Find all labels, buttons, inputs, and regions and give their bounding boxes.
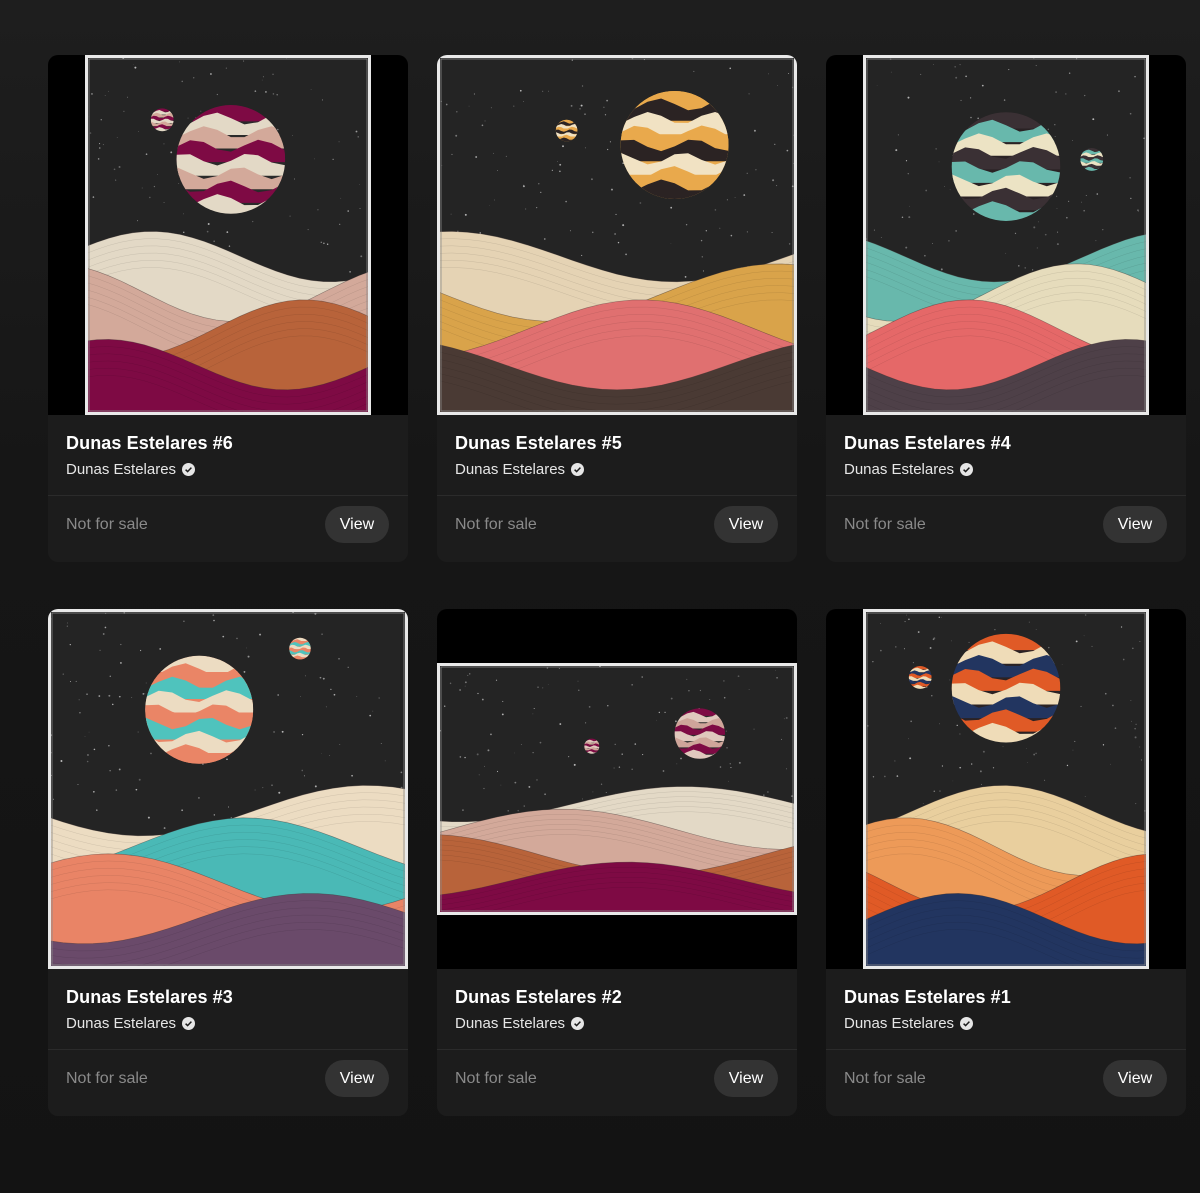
divider	[437, 495, 797, 496]
verified-check-icon	[571, 463, 585, 476]
nft-card[interactable]: Dunas Estelares #2 Dunas Estelares Not f…	[437, 609, 797, 1116]
collection-name[interactable]: Dunas Estelares	[455, 1015, 565, 1032]
nft-grid: Dunas Estelares #6 Dunas Estelares Not f…	[0, 0, 1200, 1193]
nft-card[interactable]: Dunas Estelares #1 Dunas Estelares Not f…	[826, 609, 1186, 1116]
divider	[826, 495, 1186, 496]
price-status: Not for sale	[66, 1070, 148, 1087]
divider	[826, 1049, 1186, 1050]
collection-link[interactable]: Dunas Estelares	[844, 1015, 974, 1032]
nft-card[interactable]: Dunas Estelares #6 Dunas Estelares Not f…	[48, 55, 408, 562]
verified-check-icon	[182, 1017, 196, 1030]
view-button[interactable]: View	[714, 506, 778, 543]
collection-name[interactable]: Dunas Estelares	[66, 461, 176, 478]
price-status: Not for sale	[455, 1070, 537, 1087]
price-status: Not for sale	[455, 516, 537, 533]
view-button[interactable]: View	[714, 1060, 778, 1097]
card-info: Dunas Estelares #2 Dunas Estelares Not f…	[437, 969, 797, 1116]
price-status: Not for sale	[844, 1070, 926, 1087]
artwork-image[interactable]	[826, 55, 1186, 415]
collection-link[interactable]: Dunas Estelares	[844, 461, 974, 478]
card-title[interactable]: Dunas Estelares #2	[455, 987, 622, 1008]
collection-name[interactable]: Dunas Estelares	[66, 1015, 176, 1032]
collection-link[interactable]: Dunas Estelares	[455, 1015, 585, 1032]
collection-name[interactable]: Dunas Estelares	[844, 1015, 954, 1032]
nft-card[interactable]: Dunas Estelares #4 Dunas Estelares Not f…	[826, 55, 1186, 562]
verified-check-icon	[960, 1017, 974, 1030]
view-button[interactable]: View	[325, 506, 389, 543]
artwork-image[interactable]	[437, 609, 797, 969]
card-info: Dunas Estelares #5 Dunas Estelares Not f…	[437, 415, 797, 562]
view-button[interactable]: View	[325, 1060, 389, 1097]
artwork-svg	[863, 55, 1149, 415]
collection-link[interactable]: Dunas Estelares	[66, 461, 196, 478]
artwork-svg	[85, 55, 371, 415]
card-title[interactable]: Dunas Estelares #5	[455, 433, 622, 454]
view-button[interactable]: View	[1103, 1060, 1167, 1097]
verified-check-icon	[182, 463, 196, 476]
card-title[interactable]: Dunas Estelares #1	[844, 987, 1011, 1008]
collection-link[interactable]: Dunas Estelares	[455, 461, 585, 478]
artwork-svg	[863, 609, 1149, 969]
card-title[interactable]: Dunas Estelares #4	[844, 433, 1011, 454]
artwork-image[interactable]	[48, 55, 408, 415]
artwork-image[interactable]	[826, 609, 1186, 969]
artwork-svg	[437, 663, 797, 915]
nft-card[interactable]: Dunas Estelares #3 Dunas Estelares Not f…	[48, 609, 408, 1116]
artwork-svg	[48, 609, 408, 969]
artwork-image[interactable]	[48, 609, 408, 969]
card-info: Dunas Estelares #6 Dunas Estelares Not f…	[48, 415, 408, 562]
artwork-svg	[437, 55, 797, 415]
verified-check-icon	[571, 1017, 585, 1030]
card-info: Dunas Estelares #3 Dunas Estelares Not f…	[48, 969, 408, 1116]
artwork-image[interactable]	[437, 55, 797, 415]
card-title[interactable]: Dunas Estelares #3	[66, 987, 233, 1008]
divider	[48, 1049, 408, 1050]
divider	[48, 495, 408, 496]
price-status: Not for sale	[66, 516, 148, 533]
collection-name[interactable]: Dunas Estelares	[844, 461, 954, 478]
card-info: Dunas Estelares #1 Dunas Estelares Not f…	[826, 969, 1186, 1116]
price-status: Not for sale	[844, 516, 926, 533]
card-title[interactable]: Dunas Estelares #6	[66, 433, 233, 454]
view-button[interactable]: View	[1103, 506, 1167, 543]
nft-card[interactable]: Dunas Estelares #5 Dunas Estelares Not f…	[437, 55, 797, 562]
verified-check-icon	[960, 463, 974, 476]
collection-link[interactable]: Dunas Estelares	[66, 1015, 196, 1032]
collection-name[interactable]: Dunas Estelares	[455, 461, 565, 478]
card-info: Dunas Estelares #4 Dunas Estelares Not f…	[826, 415, 1186, 562]
divider	[437, 1049, 797, 1050]
